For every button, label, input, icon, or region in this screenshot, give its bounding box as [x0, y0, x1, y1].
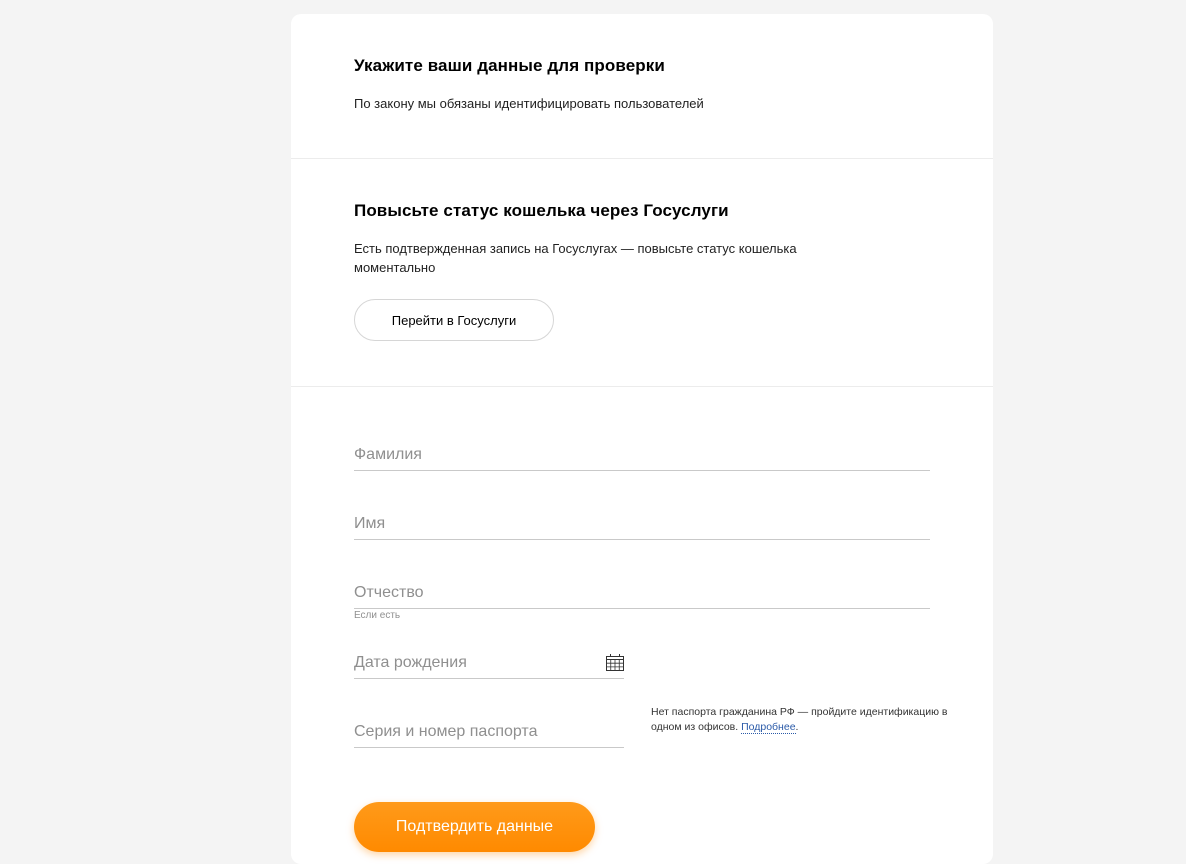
first-name-input[interactable] [354, 515, 930, 533]
gosuslugi-title: Повысьте статус кошелька через Госуслуги [354, 201, 729, 220]
passport-field [354, 712, 624, 748]
last-name-input[interactable] [354, 446, 930, 464]
middle-name-field [354, 573, 930, 609]
last-name-field [354, 435, 930, 471]
calendar-icon[interactable] [606, 654, 624, 671]
page-title: Укажите ваши данные для проверки [354, 56, 665, 75]
birth-date-input[interactable] [354, 654, 624, 672]
go-to-gosuslugi-button[interactable]: Перейти в Госуслуги [354, 299, 554, 341]
passport-note: Нет паспорта гражданина РФ — пройдите ид… [651, 705, 951, 735]
middle-name-input[interactable] [354, 584, 930, 602]
passport-input[interactable] [354, 723, 624, 741]
intro-section: Укажите ваши данные для проверки По зако… [291, 14, 993, 159]
intro-description: По закону мы обязаны идентифицировать по… [354, 96, 704, 111]
verification-card: Укажите ваши данные для проверки По зако… [291, 14, 993, 864]
gosuslugi-section: Повысьте статус кошелька через Госуслуги… [291, 159, 993, 387]
first-name-field [354, 504, 930, 540]
middle-name-hint: Если есть [354, 610, 401, 621]
confirm-data-button[interactable]: Подтвердить данные [354, 802, 595, 852]
gosuslugi-description: Есть подтвержденная запись на Госуслугах… [354, 241, 797, 275]
birth-date-field [354, 643, 624, 679]
passport-note-suffix: . [795, 721, 799, 733]
more-info-link[interactable]: Подробнее [741, 721, 796, 734]
passport-note-text: Нет паспорта гражданина РФ — пройдите ид… [651, 706, 948, 733]
